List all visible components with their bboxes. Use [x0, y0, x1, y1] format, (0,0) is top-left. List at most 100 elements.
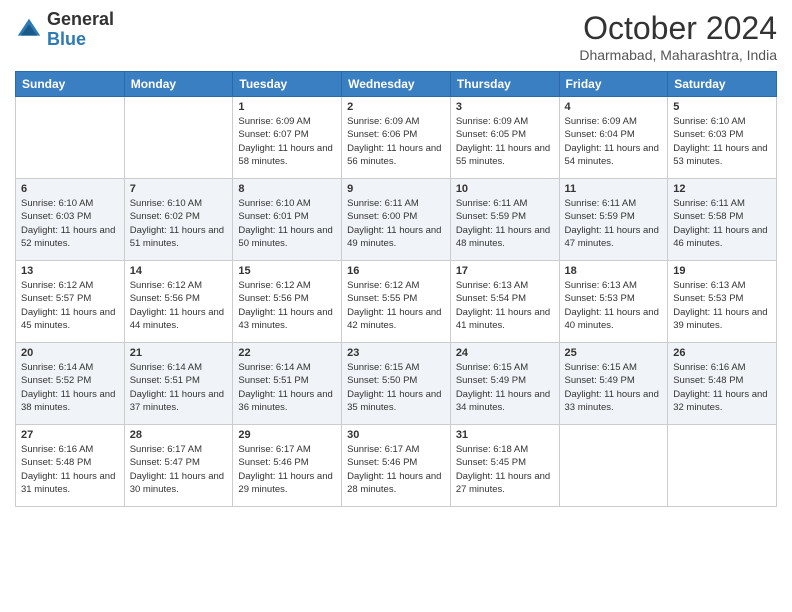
daylight-text: Daylight: 11 hours and 51 minutes.	[130, 225, 224, 249]
day-cell: 21 Sunrise: 6:14 AMSunset: 5:51 PMDayligh…	[124, 343, 233, 425]
day-cell: 27Sunrise: 6:16 AMSunset: 5:48 PMDayligh…	[16, 425, 125, 507]
day-number: 1	[238, 101, 336, 113]
daylight-text: Daylight: 11 hours and 46 minutes.	[673, 225, 767, 249]
day-number: 13	[21, 265, 119, 277]
day-number: 11	[565, 183, 663, 195]
sunset-text: Sunset: 5:58 PM	[673, 211, 743, 222]
header: General Blue October 2024 Dharmabad, Mah…	[15, 10, 777, 63]
daylight-text: Daylight: 11 hours and 58 minutes.	[238, 143, 332, 167]
day-cell: 13Sunrise: 6:12 AMSunset: 5:57 PMDayligh…	[16, 261, 125, 343]
day-number: 31	[456, 429, 554, 441]
cell-content: Sunrise: 6:09 AMSunset: 6:06 PMDaylight:…	[347, 115, 445, 168]
title-area: October 2024 Dharmabad, Maharashtra, Ind…	[579, 10, 777, 63]
cell-content: Sunrise: 6:14 AMSunset: 5:51 PMDaylight:…	[130, 361, 228, 414]
sunset-text: Sunset: 6:01 PM	[238, 211, 308, 222]
daylight-text: Daylight: 11 hours and 37 minutes.	[130, 389, 224, 413]
sunset-text: Sunset: 5:47 PM	[130, 457, 200, 468]
day-cell: 11Sunrise: 6:11 AMSunset: 5:59 PMDayligh…	[559, 179, 668, 261]
sunset-text: Sunset: 5:48 PM	[673, 375, 743, 386]
day-cell: 29 Sunrise: 6:17 AMSunset: 5:46 PMDayligh…	[233, 425, 342, 507]
day-cell: 20Sunrise: 6:14 AMSunset: 5:52 PMDayligh…	[16, 343, 125, 425]
day-cell: 30Sunrise: 6:17 AMSunset: 5:46 PMDayligh…	[342, 425, 451, 507]
day-cell: 3 Sunrise: 6:09 AMSunset: 6:05 PMDaylight…	[450, 97, 559, 179]
sunrise-text: Sunrise: 6:11 AM	[456, 198, 528, 209]
day-number: 9	[347, 183, 445, 195]
day-number: 12	[673, 183, 771, 195]
day-number: 21	[130, 347, 228, 359]
sunset-text: Sunset: 5:51 PM	[238, 375, 308, 386]
daylight-text: Daylight: 11 hours and 38 minutes.	[21, 389, 115, 413]
day-number: 28	[130, 429, 228, 441]
sunrise-text: Sunrise: 6:17 AM	[347, 444, 419, 455]
daylight-text: Daylight: 11 hours and 40 minutes.	[565, 307, 659, 331]
daylight-text: Daylight: 11 hours and 31 minutes.	[21, 471, 115, 495]
weekday-header-tuesday: Tuesday	[233, 72, 342, 97]
cell-content: Sunrise: 6:09 AMSunset: 6:04 PMDaylight:…	[565, 115, 663, 168]
day-number: 4	[565, 101, 663, 113]
cell-content: Sunrise: 6:09 AMSunset: 6:07 PMDaylight:…	[238, 115, 336, 168]
sunset-text: Sunset: 6:00 PM	[347, 211, 417, 222]
daylight-text: Daylight: 11 hours and 29 minutes.	[238, 471, 332, 495]
day-number: 19	[673, 265, 771, 277]
cell-content: Sunrise: 6:13 AM Sunset: 5:54 PM Daylight:…	[456, 279, 554, 332]
daylight-text: Daylight: 11 hours and 56 minutes.	[347, 143, 441, 167]
sunrise-text: Sunrise: 6:17 AM	[130, 444, 202, 455]
week-row-4: 20Sunrise: 6:14 AMSunset: 5:52 PMDayligh…	[16, 343, 777, 425]
day-cell: 19Sunrise: 6:13 AMSunset: 5:53 PMDayligh…	[668, 261, 777, 343]
sunrise-text: Sunrise: 6:09 AM	[238, 116, 310, 127]
sunrise-text: Sunrise: 6:12 AM	[347, 280, 419, 291]
sunset-text: Sunset: 6:03 PM	[673, 129, 743, 140]
sunset-text: Sunset: 5:51 PM	[130, 375, 200, 386]
weekday-header-thursday: Thursday	[450, 72, 559, 97]
sunset-text: Sunset: 5:50 PM	[347, 375, 417, 386]
cell-content: Sunrise: 6:15 AMSunset: 5:49 PMDaylight:…	[565, 361, 663, 414]
daylight-text: Daylight: 11 hours and 55 minutes.	[456, 143, 550, 167]
sunrise-text: Sunrise: 6:13 AM	[456, 280, 528, 291]
daylight-text: Daylight: 11 hours and 54 minutes.	[565, 143, 659, 167]
daylight-text: Daylight: 11 hours and 41 minutes.	[456, 307, 550, 331]
sunset-text: Sunset: 5:59 PM	[456, 211, 526, 222]
logo-icon	[15, 16, 43, 44]
logo-general: General	[47, 9, 114, 29]
sunrise-text: Sunrise: 6:11 AM	[565, 198, 637, 209]
day-cell: 15Sunrise: 6:12 AMSunset: 5:56 PMDayligh…	[233, 261, 342, 343]
day-number: 14	[130, 265, 228, 277]
logo: General Blue	[15, 10, 114, 50]
sunrise-text: Sunrise: 6:17 AM	[238, 444, 310, 455]
sunset-text: Sunset: 5:49 PM	[456, 375, 526, 386]
weekday-header-row: SundayMondayTuesdayWednesdayThursdayFrid…	[16, 72, 777, 97]
day-number: 3	[456, 101, 554, 113]
daylight-text: Daylight: 11 hours and 43 minutes.	[238, 307, 332, 331]
logo-text: General Blue	[47, 10, 114, 50]
sunrise-text: Sunrise: 6:09 AM	[456, 116, 528, 127]
cell-content: Sunrise: 6:11 AMSunset: 5:59 PMDaylight:…	[456, 197, 554, 250]
location: Dharmabad, Maharashtra, India	[579, 47, 777, 63]
week-row-3: 13Sunrise: 6:12 AMSunset: 5:57 PMDayligh…	[16, 261, 777, 343]
day-cell: 23Sunrise: 6:15 AMSunset: 5:50 PMDayligh…	[342, 343, 451, 425]
cell-content: Sunrise: 6:12 AMSunset: 5:56 PMDaylight:…	[238, 279, 336, 332]
sunset-text: Sunset: 5:54 PM	[456, 293, 526, 304]
sunrise-text: Sunrise: 6:15 AM	[456, 362, 528, 373]
day-cell: 1 Sunrise: 6:09 AMSunset: 6:07 PMDaylight…	[233, 97, 342, 179]
daylight-text: Daylight: 11 hours and 35 minutes.	[347, 389, 441, 413]
daylight-text: Daylight: 11 hours and 44 minutes.	[130, 307, 224, 331]
sunset-text: Sunset: 6:04 PM	[565, 129, 635, 140]
sunrise-text: Sunrise: 6:13 AM	[673, 280, 745, 291]
day-cell: 28Sunrise: 6:17 AMSunset: 5:47 PMDayligh…	[124, 425, 233, 507]
daylight-text: Daylight: 11 hours and 36 minutes.	[238, 389, 332, 413]
day-number: 29	[238, 429, 336, 441]
sunrise-text: Sunrise: 6:14 AM	[21, 362, 93, 373]
cell-content: Sunrise: 6:17 AMSunset: 5:46 PMDaylight:…	[238, 443, 336, 496]
day-number: 5	[673, 101, 771, 113]
sunset-text: Sunset: 6:03 PM	[21, 211, 91, 222]
day-number: 25	[565, 347, 663, 359]
sunrise-text: Sunrise: 6:13 AM	[565, 280, 637, 291]
cell-content: Sunrise: 6:11 AMSunset: 5:58 PMDaylight:…	[673, 197, 771, 250]
day-cell: 14Sunrise: 6:12 AMSunset: 5:56 PMDayligh…	[124, 261, 233, 343]
day-cell: 6Sunrise: 6:10 AMSunset: 6:03 PMDaylight…	[16, 179, 125, 261]
day-number: 26	[673, 347, 771, 359]
cell-content: Sunrise: 6:17 AMSunset: 5:46 PMDaylight:…	[347, 443, 445, 496]
sunrise-text: Sunrise: 6:09 AM	[347, 116, 419, 127]
cell-content: Sunrise: 6:09 AMSunset: 6:05 PMDaylight:…	[456, 115, 554, 168]
day-number: 27	[21, 429, 119, 441]
